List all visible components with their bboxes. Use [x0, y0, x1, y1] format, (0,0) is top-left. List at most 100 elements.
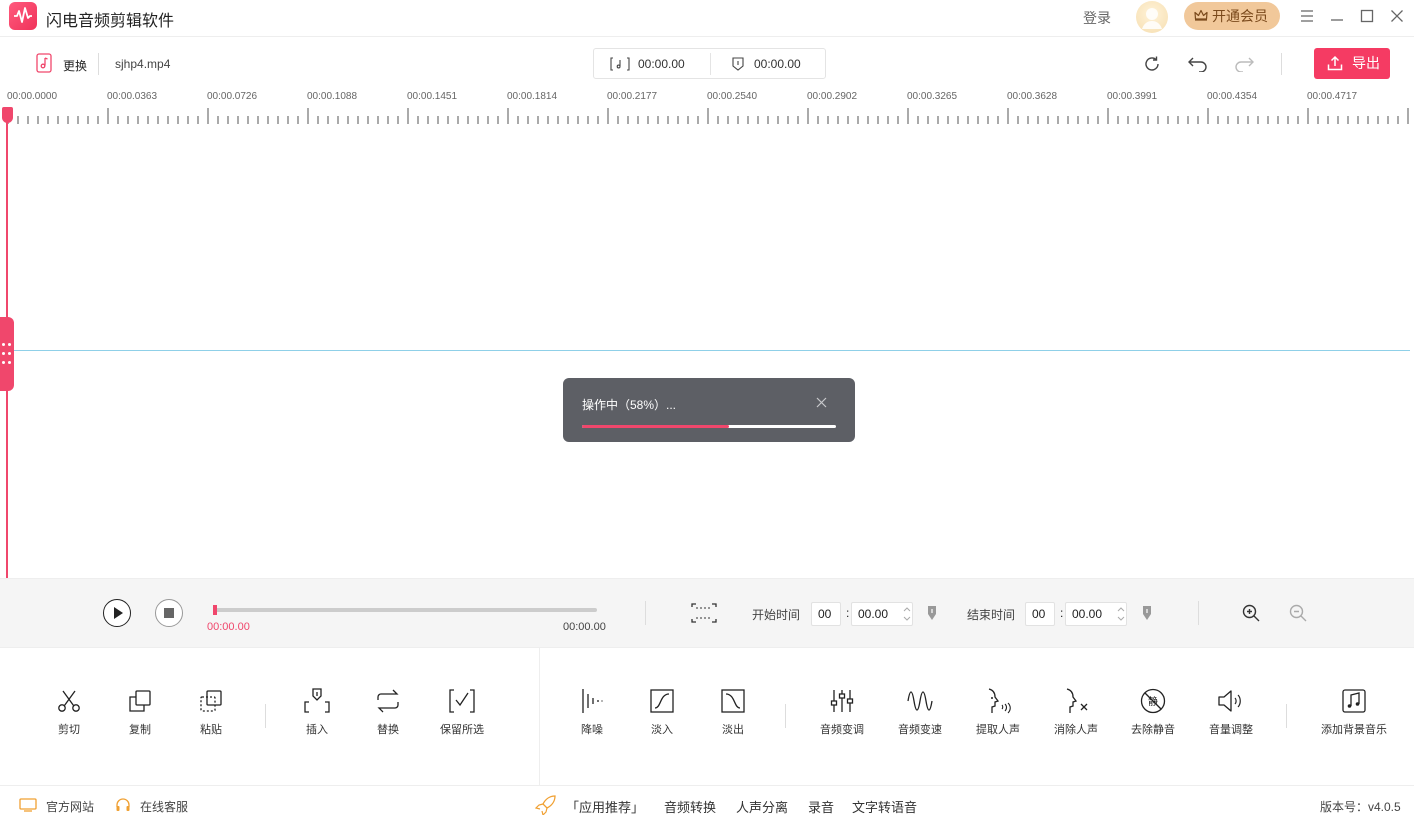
stop-button[interactable] [155, 599, 183, 627]
keep-selected-tool[interactable]: 保留所选 [422, 688, 502, 737]
zoom-out-icon[interactable] [1289, 604, 1307, 622]
avatar[interactable] [1136, 1, 1168, 33]
close-icon[interactable] [1389, 8, 1405, 24]
replace-tool-label: 替换 [377, 724, 399, 736]
version-text: 版本号：v4.0.5 [1320, 800, 1401, 814]
website-link[interactable]: 官方网站 [46, 798, 94, 815]
text-to-speech-link[interactable]: 文字转语音 [852, 797, 917, 816]
extract-voice-tool[interactable]: 提取人声 [958, 688, 1038, 737]
colon: : [1060, 606, 1064, 620]
fade-out-icon [721, 689, 745, 713]
divider [1198, 601, 1199, 625]
vip-button[interactable]: 开通会员 [1184, 2, 1280, 30]
record-link[interactable]: 录音 [808, 797, 834, 816]
select-range-icon[interactable] [691, 603, 717, 623]
add-bgm-label: 添加背景音乐 [1321, 724, 1387, 736]
voice-remove-icon [1066, 688, 1088, 713]
copy-label: 复制 [129, 724, 151, 736]
shield-time-icon [732, 57, 744, 71]
playback-progress-track[interactable] [213, 608, 597, 612]
audio-range-icon [610, 57, 630, 71]
fade-in-tool[interactable]: 淡入 [622, 688, 702, 737]
volume-tool[interactable]: 音量调整 [1191, 688, 1271, 737]
start-stepper-icon[interactable] [903, 605, 911, 623]
progress-dialog: 操作中（58%）... [563, 378, 855, 442]
end-time-label: 结束时间 [967, 608, 1016, 622]
start-time-label: 开始时间 [752, 608, 801, 622]
start-pin-icon[interactable] [927, 605, 937, 621]
speed-label: 音频变速 [898, 724, 942, 736]
speed-tool[interactable]: 音频变速 [880, 688, 960, 737]
remove-voice-label: 消除人声 [1054, 724, 1098, 736]
cut-tool[interactable]: 剪切 [29, 688, 109, 737]
total-time: 00:00.00 [563, 621, 606, 633]
voice-separate-link[interactable]: 人声分离 [736, 797, 788, 816]
ruler-label: 00:00.2540 [707, 91, 758, 102]
audio-convert-link[interactable]: 音频转换 [664, 797, 716, 816]
replace-button[interactable]: 更换 [63, 57, 87, 74]
status-bar: 官方网站 在线客服 「应用推荐」 音频转换 人声分离 录音 文字转语音 版本号：… [0, 787, 1414, 820]
ruler-label: 00:00.1451 [407, 91, 458, 102]
minimize-icon[interactable] [1329, 8, 1345, 24]
ruler-label: 00:00.3265 [907, 91, 958, 102]
remove-voice-tool[interactable]: 消除人声 [1036, 688, 1116, 737]
crown-icon [1194, 9, 1208, 21]
add-bgm-tool[interactable]: 添加背景音乐 [1314, 688, 1394, 737]
denoise-tool[interactable]: 降噪 [552, 688, 632, 737]
dialog-close-icon[interactable] [816, 397, 827, 408]
login-link[interactable]: 登录 [1083, 8, 1111, 28]
play-button[interactable] [103, 599, 131, 627]
end-pin-icon[interactable] [1142, 605, 1152, 621]
fade-out-tool[interactable]: 淡出 [693, 688, 773, 737]
zoom-in-icon[interactable] [1242, 604, 1260, 622]
fade-out-label: 淡出 [722, 724, 744, 736]
drag-handle[interactable] [0, 317, 14, 391]
denoise-icon [582, 689, 603, 713]
end-stepper-icon[interactable] [1117, 605, 1125, 623]
cut-label: 剪切 [58, 724, 80, 736]
tools-panel: 剪切 复制 粘贴 插入 替换 保留所选 降噪 淡入 淡出 音频变调 音频变速 提… [0, 648, 1414, 786]
paste-icon [200, 690, 222, 712]
service-link[interactable]: 在线客服 [140, 798, 188, 815]
fade-in-label: 淡入 [651, 724, 673, 736]
app-recommend-label: 「应用推荐」 [566, 800, 645, 815]
start-minute-input[interactable]: 00 [811, 602, 841, 626]
remove-silence-tool[interactable]: 静 去除静音 [1113, 688, 1193, 737]
denoise-label: 降噪 [581, 724, 603, 736]
time-ruler[interactable]: 00:00.0000 00:00.0363 00:00.0726 00:00.1088… [0, 88, 1414, 128]
ruler-label: 00:00.0726 [207, 91, 258, 102]
copy-tool[interactable]: 复制 [100, 688, 180, 737]
waveform-center-line [8, 350, 1410, 351]
undo-icon[interactable] [1188, 56, 1208, 72]
pitch-tool[interactable]: 音频变调 [802, 688, 882, 737]
paste-tool[interactable]: 粘贴 [171, 688, 251, 737]
maximize-icon[interactable] [1359, 8, 1375, 24]
ruler-label: 00:00.3628 [1007, 91, 1058, 102]
waveform-area[interactable] [0, 108, 1414, 578]
end-minute-input[interactable]: 00 [1025, 602, 1055, 626]
swap-icon [377, 689, 399, 713]
paste-label: 粘贴 [200, 724, 222, 736]
divider [1286, 704, 1287, 728]
ruler-label: 00:00.4717 [1307, 91, 1358, 102]
headset-icon [116, 798, 130, 811]
mute-icon: 静 [1140, 688, 1166, 714]
export-button[interactable]: 导出 [1314, 48, 1390, 79]
playback-progress-knob[interactable] [213, 605, 217, 615]
keep-selected-label: 保留所选 [440, 724, 484, 736]
redo-icon[interactable] [1234, 56, 1254, 72]
insert-tool[interactable]: 插入 [277, 688, 357, 737]
stop-icon [164, 608, 174, 618]
pitch-label: 音频变调 [820, 724, 864, 736]
playhead-marker[interactable] [2, 107, 13, 123]
refresh-icon[interactable] [1143, 55, 1161, 73]
app-logo [9, 2, 37, 30]
divider [710, 53, 711, 75]
progress-text: 操作中（58%）... [582, 398, 677, 412]
start-time: 00:00.00 [638, 57, 685, 71]
copy-icon [129, 690, 151, 712]
wave-icon [907, 691, 933, 711]
music-file-icon[interactable] [36, 53, 52, 73]
menu-icon[interactable] [1299, 8, 1315, 24]
replace-tool[interactable]: 替换 [348, 688, 428, 737]
